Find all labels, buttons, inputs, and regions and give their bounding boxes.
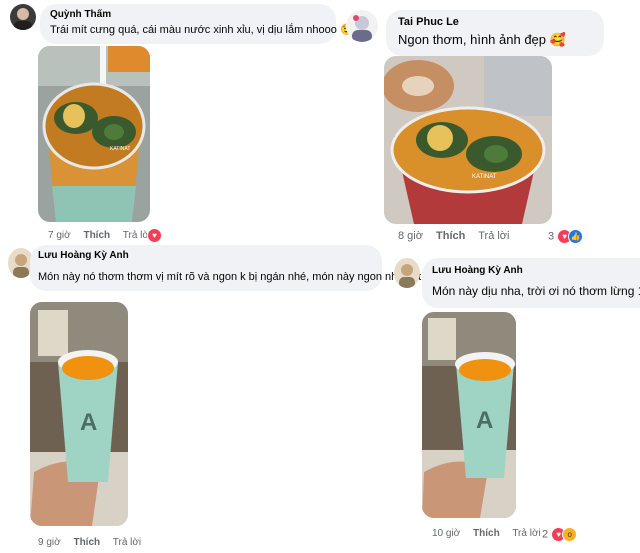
comment-author[interactable]: Quỳnh Thấm <box>50 9 111 20</box>
like-button[interactable]: Thích <box>436 230 465 242</box>
avatar[interactable] <box>394 258 420 288</box>
comment-text: Món này dịu nha, trời ơi nó thơm lừng 10… <box>432 284 640 298</box>
like-button[interactable]: Thích <box>83 230 110 241</box>
comment-text-body: Món này dịu nha, trời ơi nó thơm lừng 10… <box>432 284 640 298</box>
cup-sticker-text: KATINAT <box>472 174 497 180</box>
reaction-summary[interactable]: ♥ <box>147 228 162 243</box>
smiling-hearts-emoji-icon: 🥰 <box>549 32 566 47</box>
comment-actions: 8 giờ Thích Trả lời <box>398 230 519 242</box>
comment-actions: 7 giờ Thích Trả lời <box>48 230 161 241</box>
reaction-count: 3 <box>548 230 555 243</box>
comment-text: Trái mít cưng quá, cái màu nước xinh xỉu… <box>50 23 354 36</box>
reaction-count: 2 <box>542 528 549 541</box>
comment-text: Ngon thơm, hình ảnh đẹp 🥰 <box>398 32 566 48</box>
comment-photo[interactable]: A <box>422 312 516 518</box>
avatar[interactable] <box>10 4 36 30</box>
avatar-image <box>394 258 420 288</box>
cup-sticker-text: KATINAT <box>110 146 130 152</box>
comment-time[interactable]: 10 giờ <box>432 528 460 539</box>
drink-photo: A <box>30 302 128 526</box>
drink-photo: KATINAT <box>384 56 552 224</box>
comment-author[interactable]: Tai Phuc Le <box>398 16 459 28</box>
comment-photo[interactable]: A <box>30 302 128 526</box>
comment-actions: 10 giờ Thích Trả lời <box>432 528 551 539</box>
comment-photo[interactable]: KATINAT <box>38 46 150 222</box>
drink-photo: KATINAT <box>38 46 150 222</box>
like-button[interactable]: Thích <box>73 537 100 548</box>
like-icon: 👍 <box>568 229 584 244</box>
comment-text-body: Trái mít cưng quá, cái màu nước xinh xỉu… <box>50 24 337 36</box>
avatar-image <box>346 10 378 42</box>
comment-author[interactable]: Lưu Hoàng Kỳ Anh <box>38 250 129 261</box>
cup-logo-text: A <box>476 407 493 434</box>
comment-text: Món này nó thơm thơm vị mít rõ và ngon k… <box>38 270 438 283</box>
comment-photo[interactable]: KATINAT <box>384 56 552 224</box>
comment-time[interactable]: 8 giờ <box>398 230 423 242</box>
drink-photo: A <box>422 312 516 518</box>
comment-time[interactable]: 9 giờ <box>38 537 61 548</box>
reply-button[interactable]: Trả lời <box>113 537 141 548</box>
reply-button[interactable]: Trả lời <box>512 528 540 539</box>
wow-icon: o <box>562 527 578 542</box>
avatar-image <box>10 4 36 30</box>
reply-button[interactable]: Trả lời <box>478 230 509 242</box>
comment-time[interactable]: 7 giờ <box>48 230 71 241</box>
avatar[interactable] <box>346 10 378 42</box>
comment-text-body: Món này nó thơm thơm vị mít rõ và ngon k… <box>38 271 422 283</box>
comment-author[interactable]: Lưu Hoàng Kỳ Anh <box>432 265 523 276</box>
reaction-summary[interactable]: 2 ♥ o <box>542 527 578 542</box>
comment-actions: 9 giờ Thích Trả lời <box>38 537 151 548</box>
heart-icon: ♥ <box>147 228 162 243</box>
like-button[interactable]: Thích <box>473 528 500 539</box>
cup-logo-text: A <box>80 409 97 436</box>
reaction-summary[interactable]: 3 ♥ 👍 <box>548 229 584 244</box>
comment-text-body: Ngon thơm, hình ảnh đẹp <box>398 32 547 47</box>
